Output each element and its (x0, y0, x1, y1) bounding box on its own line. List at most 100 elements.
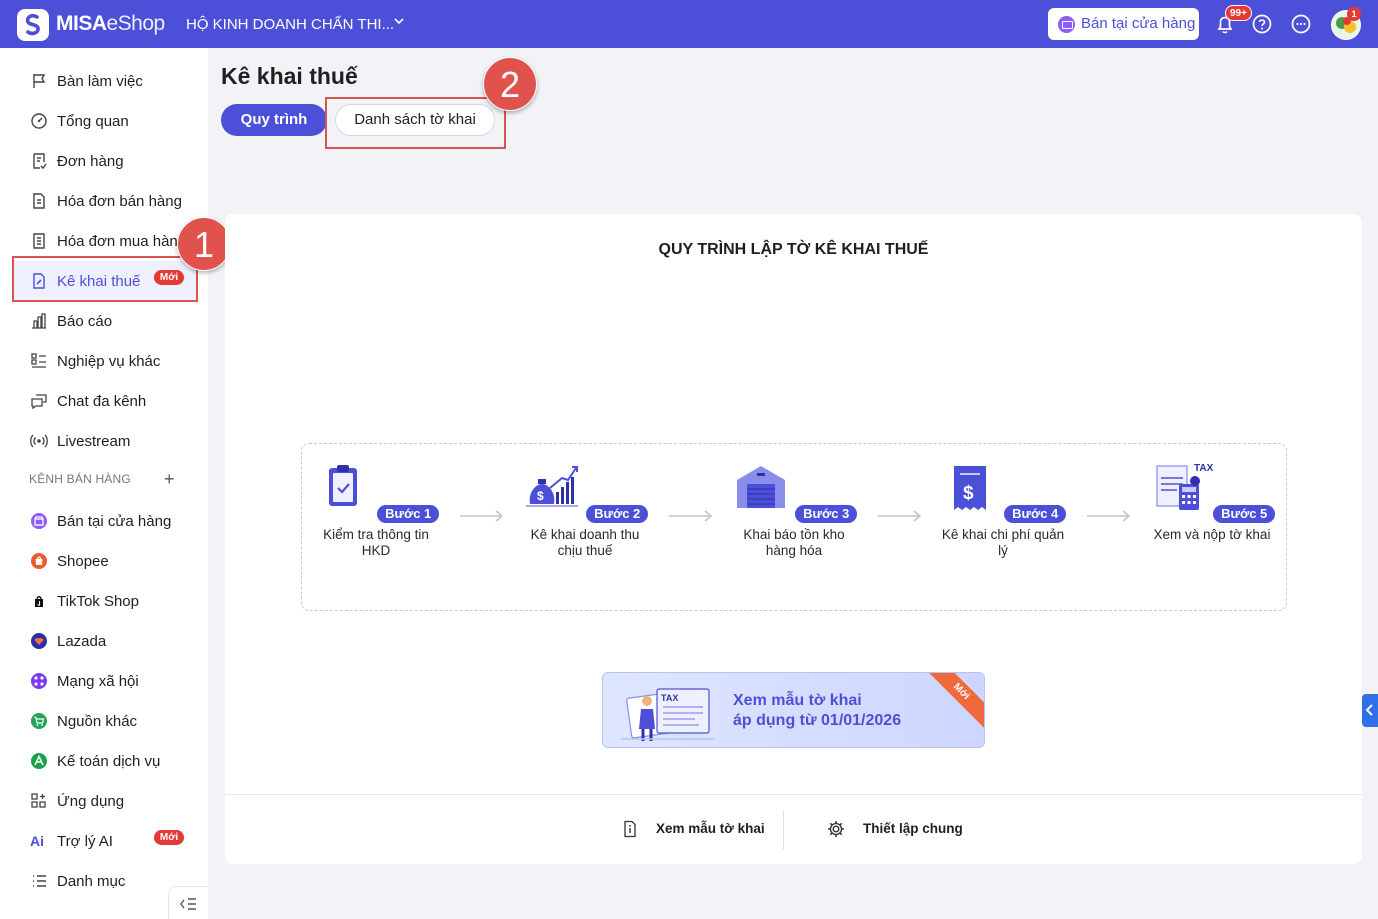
step-tag: Bước 5 (1213, 505, 1276, 523)
step-5[interactable]: TAX Bước 5 Xem và nộp tờ khai (1137, 462, 1287, 543)
view-template-link[interactable]: Xem mẫu tờ khai (656, 821, 765, 836)
store-icon (1058, 16, 1075, 33)
add-channel-icon[interactable]: + (164, 470, 175, 488)
svg-text:Ai: Ai (30, 833, 44, 849)
step-tag: Bước 2 (586, 505, 649, 523)
chat-icon (31, 394, 47, 410)
step-3[interactable]: Bước 3 Khai báo tồn kho hàng hóa (719, 462, 869, 559)
notification-badge: 99+ (1225, 5, 1252, 21)
store-name[interactable]: HỘ KINH DOANH CHẤN THI... (186, 16, 394, 33)
banner-subtitle: áp dụng từ 01/01/2026 (733, 712, 902, 729)
new-ribbon: Mới (922, 673, 984, 731)
report-icon (32, 313, 46, 329)
collapse-icon (180, 898, 196, 910)
sidebar-item-shopee[interactable]: Shopee (12, 541, 196, 581)
svg-text:$: $ (537, 489, 544, 503)
step-description: Kê khai doanh thu chịu thuế (530, 527, 640, 558)
svg-text:TAX: TAX (1194, 463, 1214, 474)
sidebar-item-lazada[interactable]: Lazada (12, 621, 196, 661)
sidebar-item-other-source[interactable]: Nguồn khác (12, 701, 196, 741)
sidebar: Bàn làm việc Tổng quan Đơn hàng Hóa đơn … (0, 48, 208, 919)
collapse-sidebar-button[interactable] (168, 886, 208, 919)
misa-logo-icon[interactable] (17, 9, 49, 41)
sidebar-item-ai-assistant[interactable]: Ai Trợ lý AI Mới (12, 821, 196, 861)
step-2[interactable]: $ Bước 2 Kê khai doanh thu chịu thuế (510, 462, 660, 559)
tab-process[interactable]: Quy trình (221, 104, 327, 136)
shopee-icon (31, 553, 47, 569)
order-icon (33, 153, 47, 170)
template-banner[interactable]: TAX Xem mẫu tờ khai áp dụng từ 01/01/202… (602, 672, 985, 748)
top-bar: MISAeShop HỘ KINH DOANH CHẤN THI... Bán … (0, 0, 1378, 48)
sales-channel-section-label: KÊNH BÁN HÀNG (29, 472, 131, 486)
highlight-box-step-2 (325, 97, 506, 149)
process-steps: Bước 1 Kiểm tra thông tin HKD $ Bước 2 K… (301, 443, 1287, 611)
list-icon (31, 353, 46, 368)
page-title: Kê khai thuế (221, 63, 358, 89)
step-1[interactable]: Bước 1 Kiểm tra thông tin HKD (301, 462, 451, 559)
apps-icon (31, 793, 46, 808)
sidebar-item-accounting[interactable]: Kế toán dịch vụ (12, 741, 196, 781)
step-description: Xem và nộp tờ khai (1153, 527, 1271, 542)
accounting-icon (31, 753, 47, 769)
arrow-right-icon (460, 510, 504, 522)
step-tag: Bước 3 (795, 505, 858, 523)
store-icon (31, 513, 47, 529)
sidebar-item-sales-invoice[interactable]: Hóa đơn bán hàng (12, 181, 196, 221)
dashboard-icon (31, 113, 47, 129)
receipt-dollar-icon: $ (953, 466, 986, 510)
step-marker-2: 2 (483, 57, 537, 111)
sidebar-item-omnichat[interactable]: Chat đa kênh (12, 381, 196, 421)
step-description: Khai báo tồn kho hàng hóa (743, 527, 845, 558)
sidebar-item-overview[interactable]: Tổng quan (12, 101, 196, 141)
general-settings-link[interactable]: Thiết lập chung (863, 821, 963, 836)
avatar-badge: 1 (1347, 7, 1361, 21)
step-marker-1: 1 (177, 217, 231, 271)
warehouse-icon (736, 466, 785, 508)
svg-text:TAX: TAX (661, 693, 678, 703)
tax-label-icon: TAX (1194, 463, 1214, 474)
highlight-box-step-1 (12, 256, 198, 302)
purchase-invoice-icon (33, 233, 45, 249)
app-logo-text: MISAeShop (56, 12, 165, 35)
step-tag: Bước 1 (377, 505, 440, 523)
footer-divider (225, 794, 1362, 795)
svg-text:$: $ (963, 483, 974, 504)
more-icon[interactable] (1290, 13, 1312, 35)
process-title: QUY TRÌNH LẬP TỜ KÊ KHAI THUẾ (658, 241, 929, 258)
banner-title: Xem mẫu tờ khai (733, 692, 862, 709)
side-panel-toggle[interactable] (1362, 694, 1378, 727)
step-description: Kiểm tra thông tin HKD (323, 527, 429, 558)
lazada-icon (31, 633, 47, 649)
new-badge: Mới (154, 830, 184, 845)
arrow-right-icon (669, 510, 713, 522)
process-card: QUY TRÌNH LẬP TỜ KÊ KHAI THUẾ Bước 1 Kiể… (225, 214, 1362, 864)
chevron-down-icon[interactable] (392, 14, 406, 28)
ai-icon: Ai (30, 833, 44, 849)
sidebar-item-tiktok[interactable]: TikTok Shop (12, 581, 196, 621)
money-bag-chart-icon: $ (525, 466, 578, 507)
sidebar-item-other-ops[interactable]: Nghiệp vụ khác (12, 341, 196, 381)
invoice-icon (33, 193, 45, 209)
pos-button[interactable]: Bán tại cửa hàng (1048, 8, 1199, 40)
sidebar-item-purchase-invoice[interactable]: Hóa đơn mua hàng (12, 221, 196, 261)
sidebar-item-pos[interactable]: Bán tại cửa hàng (12, 501, 196, 541)
gear-icon[interactable] (827, 820, 845, 838)
sidebar-item-livestream[interactable]: Livestream (12, 421, 196, 461)
footer-separator (783, 810, 784, 850)
step-description: Kê khai chi phí quản lý (941, 527, 1065, 558)
sidebar-item-workspace[interactable]: Bàn làm việc (12, 61, 196, 101)
sidebar-item-apps[interactable]: Ứng dụng (12, 781, 196, 821)
document-info-icon[interactable] (621, 820, 639, 838)
sidebar-item-reports[interactable]: Báo cáo (12, 301, 196, 341)
sidebar-item-orders[interactable]: Đơn hàng (12, 141, 196, 181)
step-tag: Bước 4 (1004, 505, 1067, 523)
step-4[interactable]: $ Bước 4 Kê khai chi phí quản lý (928, 462, 1078, 559)
menu-list-icon (33, 875, 46, 887)
help-icon[interactable] (1251, 13, 1273, 35)
sidebar-item-social[interactable]: Mạng xã hội (12, 661, 196, 701)
cart-icon (31, 713, 47, 729)
tax-form-illustration: TAX (621, 688, 715, 741)
arrow-right-icon (878, 510, 922, 522)
tiktok-icon (35, 596, 43, 607)
clipboard-check-icon (328, 465, 357, 506)
